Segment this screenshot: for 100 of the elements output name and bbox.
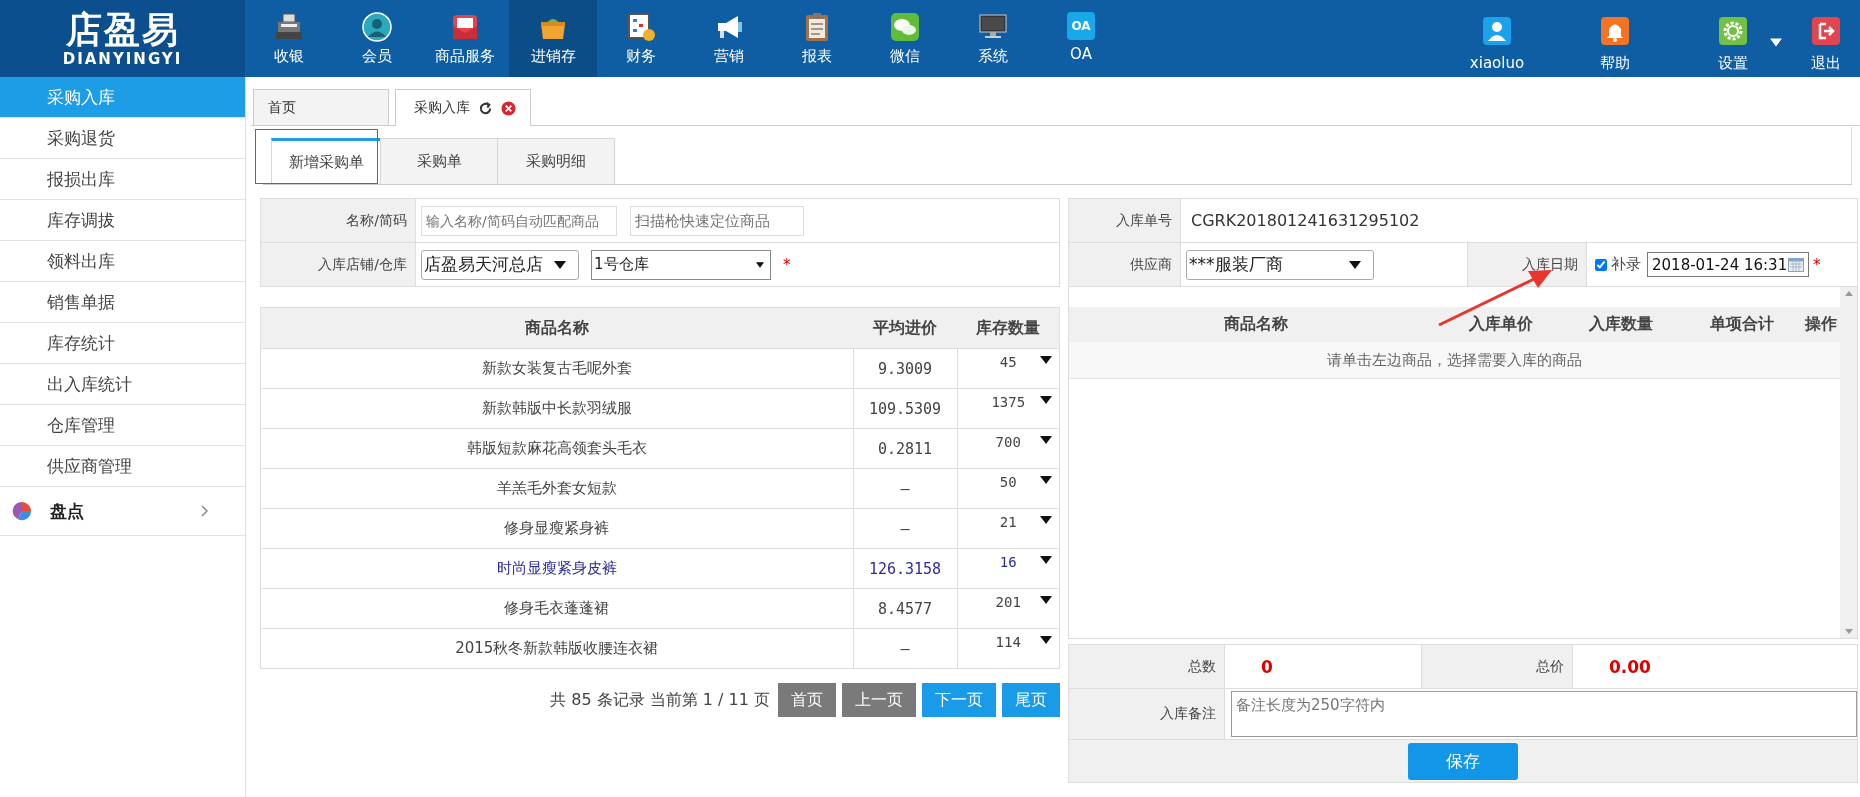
nav-item[interactable]: 报表 bbox=[773, 0, 861, 77]
table-cell: 时尚显瘦紧身皮裤 bbox=[260, 548, 853, 589]
nav-item[interactable]: 会员 bbox=[333, 0, 421, 77]
table-cell: – bbox=[853, 468, 957, 509]
nav-item[interactable]: 系统 bbox=[949, 0, 1037, 77]
table-row[interactable]: 韩版短款麻花高领套头毛衣 0.2811 700 bbox=[260, 428, 1060, 469]
dropdown-icon bbox=[1039, 436, 1053, 444]
date-field[interactable]: 2018-01-24 16:31 bbox=[1647, 252, 1809, 277]
dropdown-icon bbox=[1039, 356, 1053, 364]
total-count: 0 bbox=[1260, 655, 1274, 679]
logo-subtitle: DIANYINGYI bbox=[62, 49, 183, 68]
logo-title: 店盈易 bbox=[65, 9, 180, 50]
exit-icon bbox=[1811, 16, 1841, 46]
sidebar-item[interactable]: 库存调拔 bbox=[0, 200, 245, 241]
table-cell: 2015秋冬新款韩版收腰连衣裙 bbox=[260, 628, 853, 669]
table-row[interactable]: 修身毛衣蓬蓬裙 8.4577 201 bbox=[260, 588, 1060, 629]
scan-field[interactable]: 扫描枪快速定位商品 bbox=[630, 205, 804, 236]
table-cell: – bbox=[853, 508, 957, 549]
close-icon bbox=[501, 100, 516, 116]
nav-item[interactable]: 进销存 bbox=[509, 0, 597, 77]
dropdown-icon bbox=[1039, 516, 1053, 524]
sidebar-item[interactable]: 领料出库 bbox=[0, 241, 245, 282]
column-header: 操作 bbox=[1803, 314, 1838, 335]
field-label: 名称/简码 bbox=[261, 199, 416, 242]
field-label: 入库日期 bbox=[1468, 243, 1587, 286]
column-header: 商品名称 bbox=[260, 307, 853, 349]
column-header: 平均进价 bbox=[853, 307, 957, 349]
table-row[interactable]: 羊羔毛外套女短款 – 50 bbox=[260, 468, 1060, 509]
table-cell: 126.3158 bbox=[853, 548, 957, 589]
stock-quantity: 21 bbox=[999, 513, 1017, 530]
sidebar-item[interactable]: 供应商管理 bbox=[0, 446, 245, 487]
sidebar-item[interactable]: 销售单据 bbox=[0, 282, 245, 323]
table-row[interactable]: 新款女装复古毛呢外套 9.3009 45 bbox=[260, 348, 1060, 389]
stock-quantity: 16 bbox=[999, 553, 1017, 570]
tab[interactable]: 新增采购单 bbox=[271, 138, 381, 184]
column-header: 入库单价 bbox=[1467, 314, 1534, 335]
sidebar-group[interactable]: 盘点 bbox=[0, 487, 245, 536]
page-info: 共 85 条记录 当前第 1 / 11 页 bbox=[550, 689, 770, 711]
nav-item[interactable]: OA OA bbox=[1037, 0, 1125, 77]
nav-item[interactable]: 收银 bbox=[245, 0, 333, 77]
table-row[interactable]: 新款韩版中长款羽绒服 109.5309 1375 bbox=[260, 388, 1060, 429]
field-label: 供应商 bbox=[1069, 243, 1181, 286]
note-field[interactable]: 备注长度为250字符内 bbox=[1231, 691, 1857, 737]
group-label: 盘点 bbox=[50, 499, 84, 523]
warehouse-select[interactable]: 1号仓库 bbox=[591, 249, 771, 280]
table-row[interactable]: 时尚显瘦紧身皮裤 126.3158 16 bbox=[260, 548, 1060, 589]
menu-item[interactable]: 帮助 bbox=[1556, 0, 1674, 77]
nav-item[interactable]: 财务 bbox=[597, 0, 685, 77]
app-icon: OA bbox=[1067, 12, 1095, 40]
sidebar-item[interactable]: 出入库统计 bbox=[0, 364, 245, 405]
store-select[interactable]: 店盈易天河总店 bbox=[421, 249, 579, 280]
sidebar-item[interactable]: 库存统计 bbox=[0, 323, 245, 364]
stock-quantity: 114 bbox=[995, 633, 1021, 650]
column-header: 商品名称 bbox=[1223, 314, 1289, 335]
pie-chart-icon bbox=[12, 501, 32, 521]
scrollbar[interactable] bbox=[1840, 287, 1857, 638]
table-cell: – bbox=[853, 628, 957, 669]
stock-quantity: 201 bbox=[995, 593, 1021, 610]
dropdown-icon bbox=[1349, 260, 1361, 269]
tab[interactable]: 采购单 bbox=[380, 138, 498, 184]
stock-quantity: 45 bbox=[999, 353, 1017, 370]
required-mark: * bbox=[783, 255, 791, 274]
dropdown-icon bbox=[1039, 596, 1053, 604]
table-cell: 9.3009 bbox=[853, 348, 957, 389]
dropdown-icon bbox=[1039, 396, 1053, 404]
empty-message: 请单击左边商品，选择需要入库的商品 bbox=[1327, 350, 1582, 370]
menu-item[interactable]: 设置 bbox=[1674, 0, 1792, 77]
menu-item[interactable]: xiaoluo bbox=[1438, 0, 1556, 77]
sidebar-item[interactable]: 采购退货 bbox=[0, 118, 245, 159]
table-cell: 修身显瘦紧身裤 bbox=[260, 508, 853, 549]
tab[interactable]: 首页 bbox=[253, 89, 389, 125]
tab[interactable]: 采购明细 bbox=[497, 138, 615, 184]
sidebar-item[interactable]: 报损出库 bbox=[0, 159, 245, 200]
menu-item[interactable]: 退出 bbox=[1792, 0, 1860, 77]
nav-item[interactable]: 商品服务 bbox=[421, 0, 509, 77]
nav-item[interactable]: 微信 bbox=[861, 0, 949, 77]
sidebar-item[interactable]: 仓库管理 bbox=[0, 405, 245, 446]
table-cell: 新款女装复古毛呢外套 bbox=[260, 348, 853, 389]
supplier-select[interactable]: ***服装厂商 bbox=[1186, 249, 1374, 280]
table-cell: 8.4577 bbox=[853, 588, 957, 629]
table-row[interactable]: 修身显瘦紧身裤 – 21 bbox=[260, 508, 1060, 549]
person-icon bbox=[362, 12, 392, 42]
table-cell: 羊羔毛外套女短款 bbox=[260, 468, 853, 509]
checkbox-label: 补录 bbox=[1611, 255, 1641, 274]
table-row[interactable]: 2015秋冬新款韩版收腰连衣裙 – 114 bbox=[260, 628, 1060, 669]
field-label: 入库单号 bbox=[1069, 199, 1181, 242]
table-cell: 109.5309 bbox=[853, 388, 957, 429]
card-icon bbox=[450, 12, 480, 42]
backfill-checkbox[interactable] bbox=[1595, 258, 1607, 271]
caret-icon bbox=[1770, 38, 1782, 47]
user-icon bbox=[1482, 16, 1512, 46]
column-header: 单项合计 bbox=[1709, 314, 1775, 335]
dropdown-icon bbox=[1039, 636, 1053, 644]
stock-quantity: 50 bbox=[999, 473, 1017, 490]
required-mark: * bbox=[1813, 255, 1821, 274]
table-cell: 新款韩版中长款羽绒服 bbox=[260, 388, 853, 429]
search-field[interactable]: 输入名称/简码自动匹配商品 bbox=[421, 205, 617, 236]
tab[interactable]: 采购入库 bbox=[395, 89, 531, 126]
nav-item[interactable]: 营销 bbox=[685, 0, 773, 77]
bell-icon bbox=[1600, 16, 1630, 46]
